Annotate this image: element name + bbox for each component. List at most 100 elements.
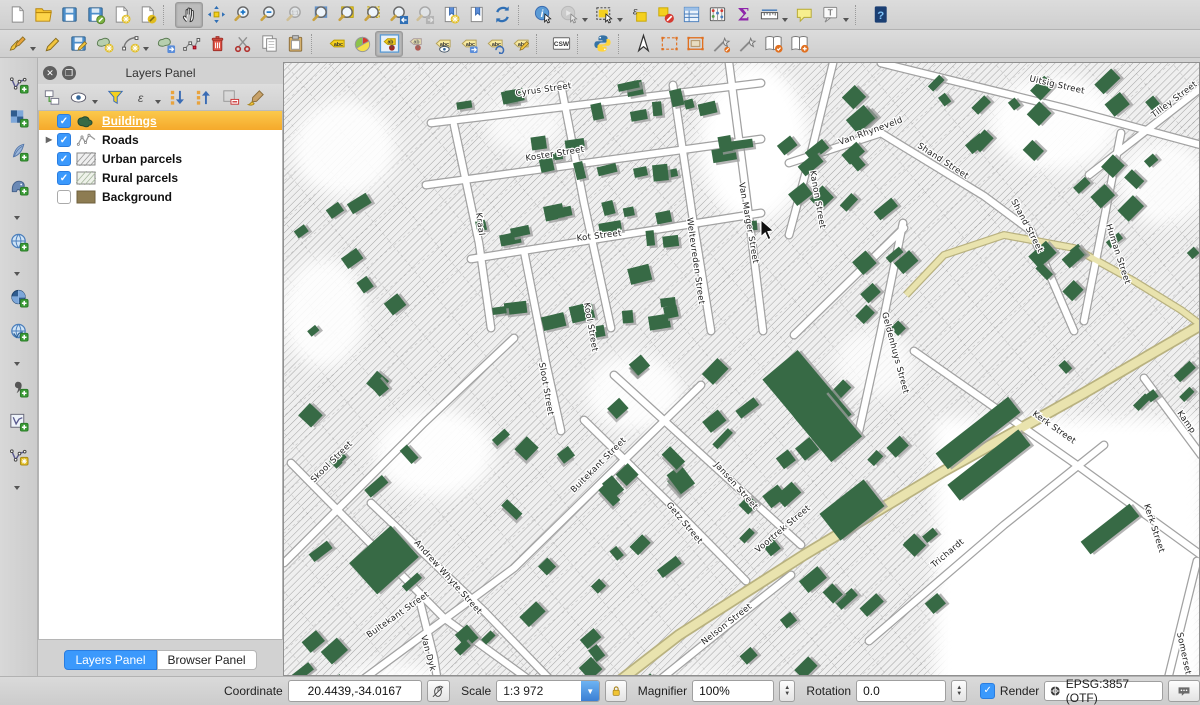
new-shapefile-layer-dropdown-icon[interactable] — [14, 486, 20, 490]
current-edits-icon[interactable] — [4, 32, 30, 56]
add-wms-layer-dropdown-icon[interactable] — [14, 272, 20, 276]
new-print-composer-icon[interactable] — [108, 3, 134, 27]
chevron-down-icon[interactable]: ▼ — [581, 681, 599, 701]
select-features-icon[interactable] — [591, 3, 617, 27]
add-group-icon[interactable] — [40, 86, 64, 108]
copy-features-icon[interactable] — [256, 32, 282, 56]
filter-by-expression-icon[interactable]: ε — [129, 86, 153, 108]
set-extent-icon[interactable] — [656, 32, 682, 56]
add-circular-string-icon[interactable] — [117, 32, 143, 56]
rotation-input[interactable] — [856, 680, 946, 702]
new-bookmark-icon[interactable] — [437, 3, 463, 27]
tab-layers-panel[interactable]: Layers Panel — [64, 650, 156, 670]
add-postgis-layer-icon[interactable] — [5, 172, 33, 198]
add-postgis-layer-dropdown-icon[interactable] — [14, 216, 20, 220]
layer-visibility-checkbox[interactable] — [57, 133, 71, 147]
measure-icon[interactable] — [756, 3, 782, 27]
add-circular-string-dropdown-icon[interactable] — [143, 47, 149, 51]
panel-close-icon[interactable]: ✕ — [43, 66, 57, 80]
layer-item-urban-parcels[interactable]: Urban parcels — [39, 149, 282, 168]
run-feature-action-dropdown-icon[interactable] — [582, 18, 588, 22]
expand-all-icon[interactable] — [166, 86, 190, 108]
current-edits-dropdown-icon[interactable] — [30, 47, 36, 51]
remove-layer-icon[interactable] — [218, 86, 242, 108]
layer-labeling-icon[interactable]: abc — [323, 32, 349, 56]
select-features-dropdown-icon[interactable] — [617, 18, 623, 22]
deselect-all-icon[interactable] — [652, 3, 678, 27]
style-book-add-icon[interactable] — [786, 32, 812, 56]
statistical-summary-icon[interactable]: Σ — [730, 3, 756, 27]
show-hide-labels-icon[interactable]: abc — [429, 32, 455, 56]
crs-status-button[interactable]: EPSG:3857 (OTF) — [1044, 681, 1162, 701]
north-arrow-icon[interactable] — [630, 32, 656, 56]
paste-features-icon[interactable] — [282, 32, 308, 56]
layer-diagram-icon[interactable] — [349, 32, 375, 56]
layer-visibility-checkbox[interactable] — [57, 114, 71, 128]
expand-arrow-icon[interactable]: ▶ — [43, 135, 55, 144]
text-annotation-dropdown-icon[interactable] — [843, 18, 849, 22]
open-project-icon[interactable] — [30, 3, 56, 27]
refresh-icon[interactable] — [489, 3, 515, 27]
save-project-as-icon[interactable] — [82, 3, 108, 27]
scale-lock-icon[interactable] — [605, 680, 627, 702]
add-virtual-layer-icon[interactable] — [5, 408, 33, 434]
layer-item-roads[interactable]: ▶Roads — [39, 130, 282, 149]
show-bookmarks-icon[interactable] — [463, 3, 489, 27]
identify-features-icon[interactable]: i — [530, 3, 556, 27]
delete-selected-icon[interactable] — [204, 32, 230, 56]
zoom-to-layer-icon[interactable] — [333, 3, 359, 27]
panel-float-icon[interactable]: ❐ — [62, 66, 76, 80]
scale-combo[interactable]: 1:3 972 ▼ — [496, 680, 600, 702]
add-wcs-layer-icon[interactable] — [5, 284, 33, 310]
add-delimited-text-layer-icon[interactable] — [5, 374, 33, 400]
composer-manager-icon[interactable] — [134, 3, 160, 27]
style-book-check-icon[interactable] — [760, 32, 786, 56]
node-tool-icon[interactable] — [178, 32, 204, 56]
add-wms-layer-icon[interactable] — [5, 228, 33, 254]
move-label-icon[interactable]: abc — [455, 32, 481, 56]
cut-features-icon[interactable] — [230, 32, 256, 56]
pan-to-selection-icon[interactable] — [203, 3, 229, 27]
add-raster-layer-icon[interactable] — [5, 104, 33, 130]
add-wfs-layer-dropdown-icon[interactable] — [14, 362, 20, 366]
style-wand-icon[interactable] — [734, 32, 760, 56]
layer-visibility-checkbox[interactable] — [57, 152, 71, 166]
open-attribute-table-icon[interactable] — [678, 3, 704, 27]
extent-canvas-icon[interactable] — [682, 32, 708, 56]
layer-styling-brush-icon[interactable] — [244, 86, 268, 108]
field-calculator-icon[interactable] — [704, 3, 730, 27]
save-project-icon[interactable] — [56, 3, 82, 27]
layer-item-background[interactable]: Background — [39, 187, 282, 206]
add-wfs-layer-icon[interactable] — [5, 318, 33, 344]
new-project-icon[interactable] — [4, 3, 30, 27]
rotation-stepper[interactable]: ▲▼ — [951, 680, 967, 702]
help-icon[interactable]: ? — [867, 3, 893, 27]
zoom-out-icon[interactable] — [255, 3, 281, 27]
pin-labels-icon[interactable]: ab — [375, 31, 403, 57]
add-spatialite-layer-icon[interactable] — [5, 138, 33, 164]
zoom-full-icon[interactable] — [307, 3, 333, 27]
style-wand-edit-icon[interactable] — [708, 32, 734, 56]
python-console-icon[interactable] — [589, 32, 615, 56]
metasearch-csw-icon[interactable]: CSW — [548, 32, 574, 56]
text-annotation-icon[interactable]: T — [817, 3, 843, 27]
add-feature-icon[interactable] — [91, 32, 117, 56]
layer-visibility-checkbox[interactable] — [57, 190, 71, 204]
map-tips-icon[interactable] — [791, 3, 817, 27]
collapse-all-icon[interactable] — [192, 86, 216, 108]
pan-map-icon[interactable] — [175, 2, 203, 28]
move-feature-icon[interactable] — [152, 32, 178, 56]
select-by-expression-icon[interactable]: ε — [626, 3, 652, 27]
layer-visibility-checkbox[interactable] — [57, 171, 71, 185]
highlight-pinned-labels-icon[interactable]: ab — [403, 32, 429, 56]
rotate-label-icon[interactable]: abc — [481, 32, 507, 56]
map-canvas[interactable]: Cyrus StreetKoster StreetKot StreetKool … — [283, 62, 1200, 676]
coordinate-input[interactable] — [288, 680, 422, 702]
zoom-in-icon[interactable] — [229, 3, 255, 27]
save-layer-edits-icon[interactable] — [65, 32, 91, 56]
mouse-position-icon[interactable] — [427, 680, 450, 702]
render-checkbox[interactable]: ✓ — [980, 683, 995, 699]
manage-visibility-icon[interactable] — [66, 86, 90, 108]
zoom-last-icon[interactable] — [385, 3, 411, 27]
manage-visibility-dropdown-icon[interactable] — [92, 100, 98, 104]
